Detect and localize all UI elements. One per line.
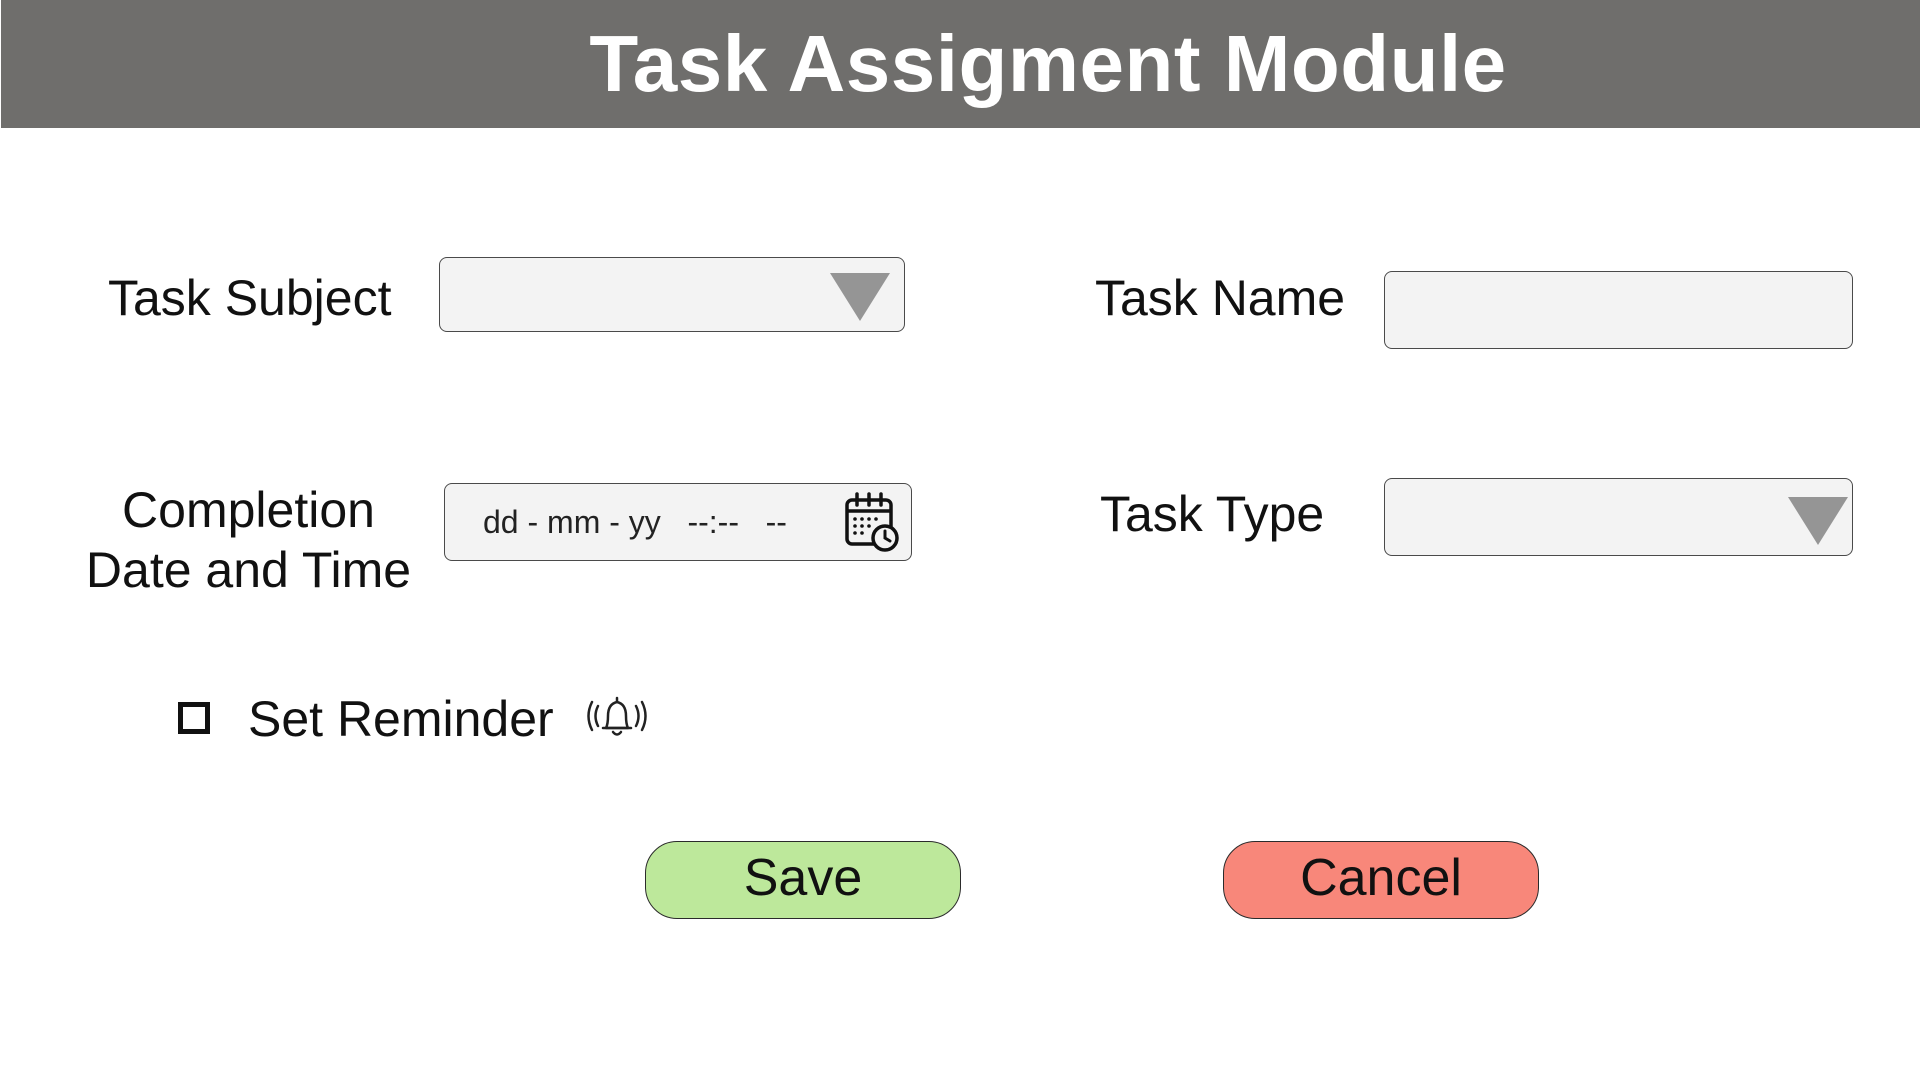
task-type-dropdown[interactable] (1384, 478, 1853, 556)
completion-datetime-input[interactable]: dd - mm - yy --:-- -- (444, 483, 912, 561)
task-subject-label: Task Subject (108, 270, 392, 326)
cancel-button[interactable]: Cancel (1223, 841, 1539, 919)
task-name-input[interactable] (1384, 271, 1853, 349)
completion-date-label-line2: Date and Time (85, 542, 412, 598)
set-reminder-checkbox[interactable] (178, 702, 210, 734)
chevron-down-icon (830, 273, 890, 321)
completion-date-label: Completion Date and Time (70, 480, 427, 600)
save-button[interactable]: Save (645, 841, 961, 919)
task-subject-dropdown[interactable] (439, 257, 905, 332)
calendar-clock-icon[interactable] (843, 492, 901, 552)
completion-date-label-line1: Completion (122, 482, 375, 538)
set-reminder-label: Set Reminder (248, 691, 554, 747)
task-type-label: Task Type (1100, 486, 1325, 542)
chevron-down-icon (1788, 497, 1848, 545)
bell-ringing-icon (587, 696, 647, 736)
task-name-label: Task Name (1095, 270, 1346, 326)
page-title: Task Assigment Module (589, 19, 1507, 108)
datetime-placeholder: dd - mm - yy --:-- -- (483, 504, 787, 540)
page-header: Task Assigment Module (1, 0, 1920, 128)
